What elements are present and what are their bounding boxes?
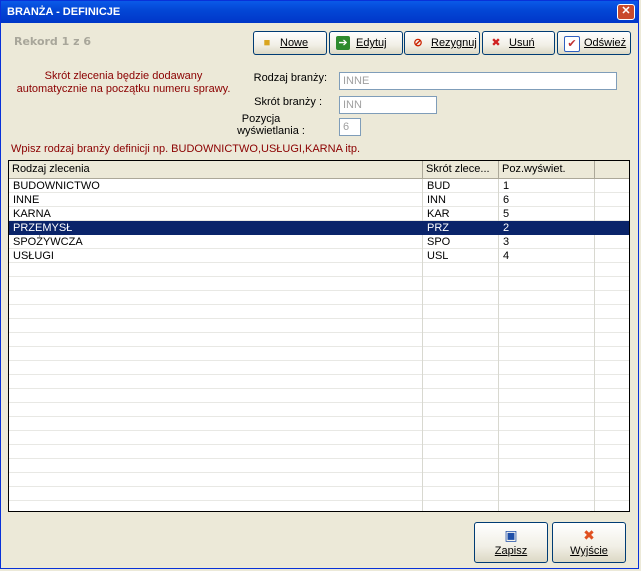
- row-skrot: INN: [427, 194, 446, 206]
- grid-line: [9, 360, 629, 361]
- delete-button[interactable]: ✖ Usuń: [482, 31, 555, 55]
- exit-x-icon: ✖: [583, 527, 595, 543]
- row-skrot: BUD: [427, 180, 451, 192]
- record-counter: Rekord 1 z 6: [14, 35, 92, 48]
- row-skrot: SPO: [427, 236, 451, 248]
- rodzaj-label: Rodzaj branży:: [253, 72, 327, 84]
- new-button[interactable]: ■ Nowe: [253, 31, 327, 55]
- window-title: BRANŻA - DEFINICJE: [7, 6, 121, 18]
- row-pozycja: 6: [503, 194, 510, 206]
- cancel-button-label: Rezygnuj: [431, 37, 477, 49]
- title-bar[interactable]: BRANŻA - DEFINICJE ✕: [1, 1, 638, 23]
- row-pozycja: 3: [503, 236, 510, 248]
- close-icon: ✕: [621, 5, 631, 17]
- instruction-text: Wpisz rodzaj branży definicji np. BUDOWN…: [11, 143, 361, 155]
- grid-line: [9, 374, 629, 375]
- grid-line: [9, 346, 629, 347]
- grid-header: Rodzaj zlecenia Skrót zlece... Poz.wyświ…: [9, 161, 629, 179]
- grid-line: [9, 416, 629, 417]
- rodzaj-input[interactable]: INNE: [339, 72, 617, 90]
- edit-button[interactable]: ➔ Edytuj: [329, 31, 403, 55]
- row-skrot: USL: [427, 250, 449, 262]
- pozycja-input[interactable]: 6: [339, 118, 361, 136]
- row-pozycja: 5: [503, 208, 510, 220]
- row-rodzaj: INNE: [13, 194, 40, 206]
- grid-line: [9, 486, 629, 487]
- grid-line: [9, 332, 629, 333]
- refresh-button-label: Odśwież: [584, 37, 627, 49]
- cancel-button[interactable]: ⊘ Rezygnuj: [404, 31, 480, 55]
- grid-line: [9, 472, 629, 473]
- table-row[interactable]: SPOŻYWCZA SPO 3: [9, 235, 629, 249]
- table-row[interactable]: INNE INN 6: [9, 193, 629, 207]
- refresh-button[interactable]: ✔ Odśwież: [557, 31, 631, 55]
- grid-line: [9, 402, 629, 403]
- grid-line: [9, 444, 629, 445]
- row-skrot: KAR: [427, 208, 450, 220]
- row-pozycja: 4: [503, 250, 510, 262]
- refresh-check-icon: ✔: [564, 36, 580, 52]
- row-rodzaj: USŁUGI: [13, 250, 54, 262]
- grid-line: [9, 458, 629, 459]
- pozycja-label-line2: wyświetlania :: [237, 125, 305, 137]
- delete-button-label: Usuń: [509, 37, 535, 49]
- row-rodzaj: SPOŻYWCZA: [13, 236, 83, 248]
- column-header-rodzaj[interactable]: Rodzaj zlecenia: [9, 161, 423, 178]
- table-row[interactable]: USŁUGI USL 4: [9, 249, 629, 263]
- grid-line: [9, 290, 629, 291]
- row-pozycja: 1: [503, 180, 510, 192]
- delete-x-icon: ✖: [491, 37, 501, 49]
- grid-line: [9, 304, 629, 305]
- floppy-disk-icon: ▣: [504, 527, 518, 543]
- skrot-label: Skrót branży :: [254, 96, 322, 108]
- grid-line: [9, 276, 629, 277]
- folder-open-icon: ■: [263, 37, 271, 49]
- save-button-label: Zapisz: [494, 545, 528, 557]
- row-rodzaj: PRZEMYSŁ: [13, 222, 73, 234]
- edit-button-label: Edytuj: [356, 37, 387, 49]
- branch-grid[interactable]: Rodzaj zlecenia Skrót zlece... Poz.wyświ…: [8, 160, 630, 512]
- row-pozycja: 2: [503, 222, 510, 234]
- table-row-selected[interactable]: PRZEMYSŁ PRZ 2: [9, 221, 629, 235]
- branza-definicje-window: BRANŻA - DEFINICJE ✕ Rekord 1 z 6 ■ Nowe…: [0, 0, 639, 569]
- row-rodzaj: KARNA: [13, 208, 51, 220]
- hint-text: Skrót zlecenia będzie dodawany automatyc…: [16, 70, 231, 95]
- cancel-icon: ⊘: [413, 37, 423, 49]
- exit-button-label: Wyjście: [570, 545, 608, 557]
- row-skrot: PRZ: [427, 222, 449, 234]
- column-header-skrot[interactable]: Skrót zlece...: [423, 161, 499, 178]
- skrot-input[interactable]: INN: [339, 96, 437, 114]
- close-button[interactable]: ✕: [617, 4, 635, 20]
- grid-line: [9, 318, 629, 319]
- row-rodzaj: BUDOWNICTWO: [13, 180, 100, 192]
- grid-line: [9, 430, 629, 431]
- table-row[interactable]: KARNA KAR 5: [9, 207, 629, 221]
- arrow-right-icon: ➔: [336, 36, 350, 50]
- new-button-label: Nowe: [280, 37, 309, 49]
- table-row[interactable]: BUDOWNICTWO BUD 1: [9, 179, 629, 193]
- column-header-pozycja[interactable]: Poz.wyświet.: [499, 161, 595, 178]
- pozycja-label-line1: Pozycja: [241, 113, 281, 125]
- save-button[interactable]: ▣ Zapisz: [474, 522, 548, 563]
- grid-line: [9, 388, 629, 389]
- grid-line: [9, 500, 629, 501]
- exit-button[interactable]: ✖ Wyjście: [552, 522, 626, 563]
